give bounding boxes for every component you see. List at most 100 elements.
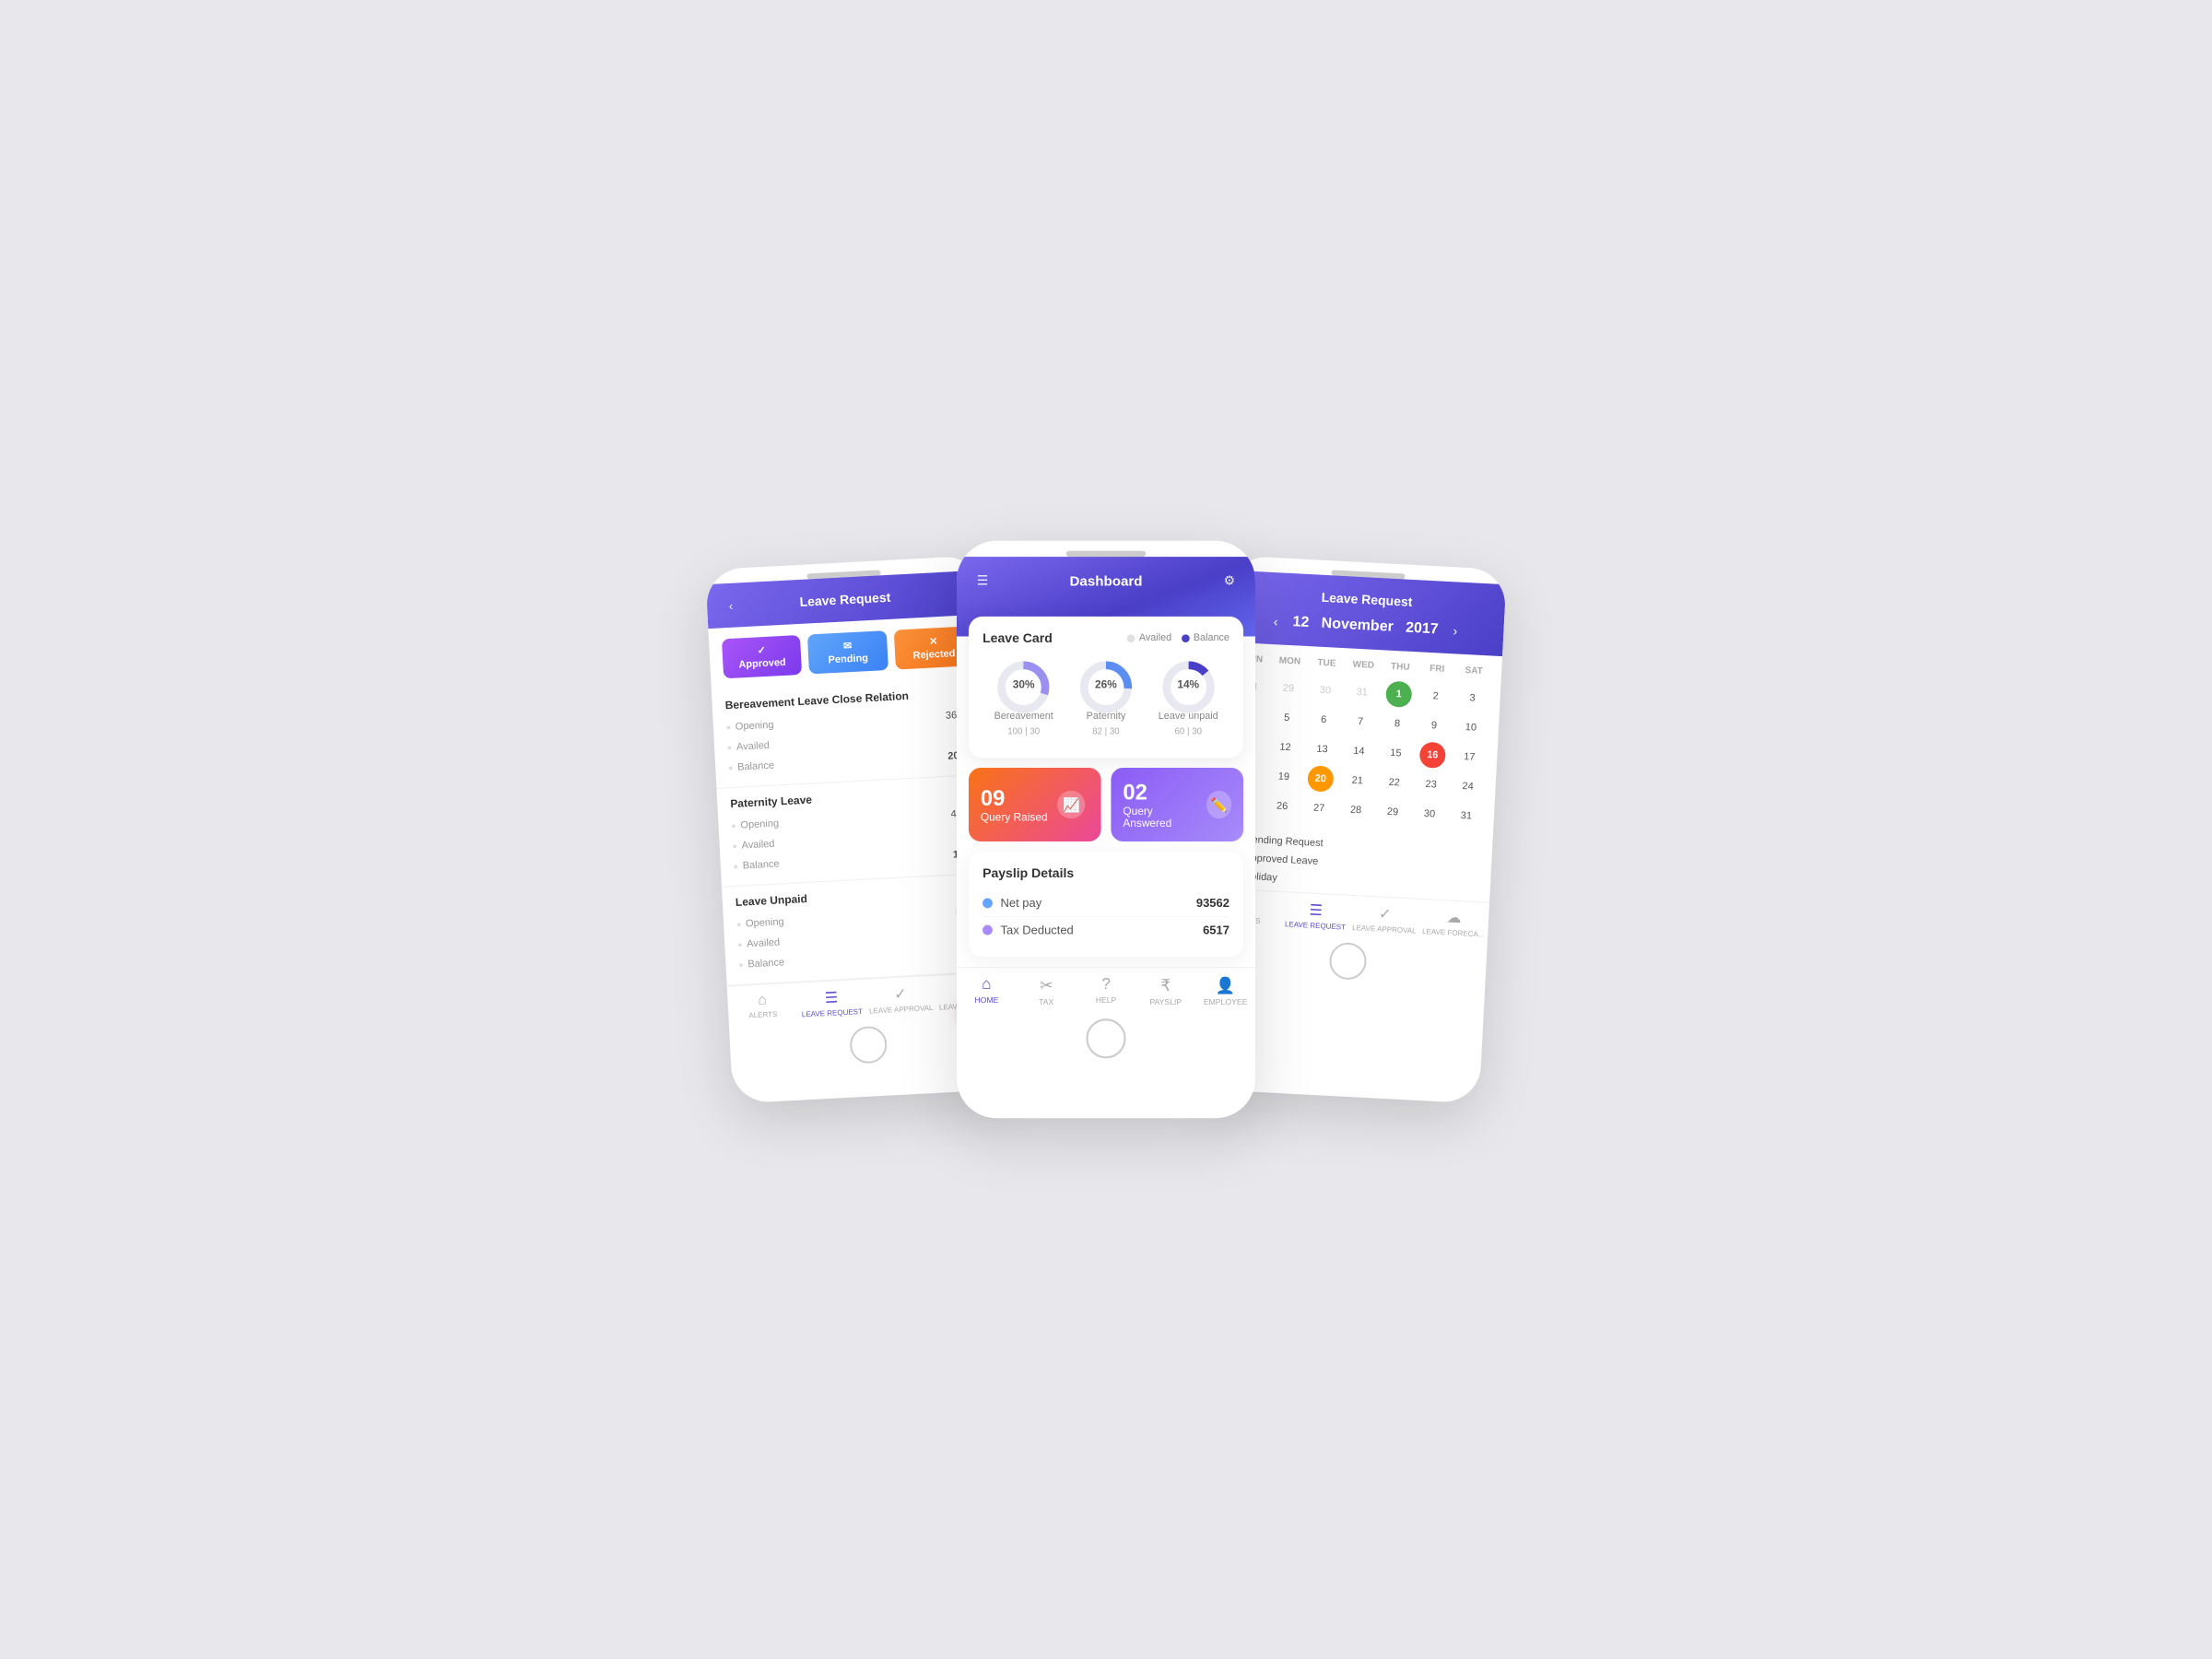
query-raised-card[interactable]: 09 Query Raised 📈 (969, 768, 1101, 841)
cal-day[interactable]: 6 (1310, 706, 1336, 733)
rejected-icon: ✕ (929, 635, 938, 647)
leave-card: Leave Card Availed Balance (969, 617, 1243, 758)
nav-leave-request[interactable]: ☰ LEAVE REQUEST (796, 987, 867, 1019)
list-icon: ☰ (1309, 901, 1323, 921)
legend-availed: Availed (1127, 632, 1171, 643)
cal-day[interactable]: 29 (1275, 675, 1301, 701)
donut-row: 30% Bereavement 100 | 30 26% (982, 657, 1230, 735)
home-icon: ⌂ (982, 976, 991, 994)
nav-alerts[interactable]: ⌂ ALERTS (727, 991, 798, 1023)
cal-day[interactable]: 23 (1418, 771, 1444, 798)
day-hdr-thu: THU (1382, 657, 1419, 677)
pending-label: Pending Request (1245, 834, 1324, 849)
nav-help[interactable]: ? HELP (1077, 976, 1136, 1006)
cal-day[interactable]: 17 (1456, 744, 1483, 771)
cloud-icon: ☁ (1446, 908, 1462, 927)
approved-button[interactable]: ✓ Approved (722, 635, 802, 678)
phone-home-right (1328, 942, 1367, 981)
day-hdr-sat: SAT (1455, 661, 1493, 680)
day-hdr-mon: MON (1271, 652, 1309, 671)
back-icon[interactable]: ‹ (722, 595, 741, 615)
cal-day[interactable]: 30 (1416, 801, 1442, 828)
balance-label: Balance (728, 759, 774, 776)
netpay-val: 93562 (1196, 896, 1230, 910)
query-answered-icon: ✏️ (1206, 791, 1231, 818)
payslip-row-netpay: Net pay 93562 (982, 890, 1230, 917)
prev-month-icon[interactable]: ‹ (1273, 614, 1278, 629)
donut-label-3: Leave unpaid (1159, 711, 1218, 722)
cal-day[interactable]: 5 (1274, 704, 1300, 731)
app-scene: ‹ Leave Request ✓ Approved ✉ Pending ✕ R… (599, 562, 1613, 1097)
check-icon: ✓ (894, 984, 907, 1004)
cal-day[interactable]: 31 (1453, 803, 1479, 830)
nav-leave-approval[interactable]: ✓ LEAVE APPROVAL (865, 983, 936, 1016)
cal-day-16[interactable]: 16 (1419, 742, 1446, 769)
next-month-icon[interactable]: › (1453, 623, 1458, 638)
cal-day[interactable]: 7 (1347, 708, 1373, 735)
nav-leave-approval-right[interactable]: ✓ LEAVE APPROVAL (1349, 903, 1420, 935)
cal-day[interactable]: 19 (1270, 763, 1297, 790)
nav-leave-request-right[interactable]: ☰ LEAVE REQUEST (1280, 900, 1351, 932)
query-row: 09 Query Raised 📈 02 Query Answered ✏️ (957, 768, 1255, 841)
nav-home[interactable]: ⌂ HOME (957, 976, 1017, 1006)
nav-tax[interactable]: ✂ TAX (1017, 976, 1077, 1006)
nav-payslip[interactable]: ₹ PAYSLIP (1135, 976, 1195, 1006)
cal-day[interactable]: 10 (1457, 714, 1484, 741)
cal-day[interactable]: 22 (1381, 769, 1407, 795)
cal-day[interactable]: 12 (1272, 734, 1299, 760)
cal-day[interactable]: 31 (1348, 678, 1375, 705)
phone-home-center (1086, 1018, 1125, 1058)
netpay-label: Net pay (982, 896, 1041, 910)
opening-label: Opening (726, 718, 774, 735)
donut-pct-1: 30% (1013, 679, 1035, 691)
cal-day[interactable]: 24 (1454, 773, 1481, 800)
calendar-month-title: 12 November 2017 (1292, 614, 1439, 638)
cal-day[interactable]: 8 (1383, 711, 1410, 737)
cal-day[interactable]: 29 (1379, 798, 1406, 825)
cal-day[interactable]: 3 (1459, 685, 1486, 712)
leave-paternity: Paternity Leave Opening 465.00 Availed 5… (716, 774, 997, 888)
legend-balance: Balance (1182, 632, 1230, 643)
cal-day[interactable]: 2 (1422, 683, 1449, 710)
nav-employee[interactable]: 👤 EMPLOYEE (1195, 976, 1255, 1006)
query-answered-label: Query Answered (1123, 806, 1196, 830)
donut-label-1: Bereavement (994, 711, 1053, 722)
opening-label: Opening (731, 816, 779, 833)
cal-day[interactable]: 28 (1342, 796, 1369, 823)
calendar-days: 28 29 30 31 1 2 3 4 5 6 7 8 9 10 11 12 1… (1226, 671, 1491, 831)
cal-day[interactable]: 9 (1420, 712, 1447, 739)
availed-label: Availed (732, 837, 775, 853)
approved-check-icon: ✓ (757, 644, 766, 656)
nav-leave-forecast-right[interactable]: ☁ LEAVE FORECA... (1418, 907, 1489, 939)
balance-dot (1182, 634, 1190, 642)
pending-button[interactable]: ✉ Pending (807, 630, 888, 674)
pending-icon: ✉ (843, 640, 853, 652)
menu-icon[interactable]: ☰ (972, 571, 993, 591)
cal-day[interactable]: 26 (1268, 793, 1295, 819)
day-hdr-fri: FRI (1418, 659, 1456, 678)
day-hdr-tue: TUE (1308, 653, 1346, 673)
cal-day[interactable]: 15 (1382, 739, 1409, 766)
cal-day-20[interactable]: 20 (1307, 765, 1334, 792)
cal-day[interactable]: 13 (1309, 735, 1335, 762)
cal-day[interactable]: 21 (1344, 767, 1371, 794)
card-title-row: Leave Card Availed Balance (982, 630, 1230, 645)
tax-val: 6517 (1203, 924, 1230, 937)
cal-day-1[interactable]: 1 (1385, 681, 1412, 708)
settings-icon[interactable]: ⚙ (1219, 571, 1240, 591)
cal-day[interactable]: 30 (1312, 677, 1338, 703)
tax-dot (982, 925, 993, 935)
donut-pct-3: 14% (1177, 679, 1199, 691)
donut-bereavement: 30% Bereavement 100 | 30 (994, 657, 1053, 735)
home-icon: ⌂ (758, 992, 768, 1008)
availed-label: Availed (727, 738, 771, 755)
calendar-grid: SUN MON TUE WED THU FRI SAT 28 29 30 31 … (1217, 641, 1502, 839)
legend: Availed Balance (1127, 632, 1230, 643)
dashboard-title: Dashboard (1070, 572, 1143, 588)
donut-sub-3: 60 | 30 (1174, 726, 1202, 736)
check-icon: ✓ (1379, 905, 1392, 924)
query-answered-card[interactable]: 02 Query Answered ✏️ (1111, 768, 1243, 841)
cal-day[interactable]: 27 (1305, 794, 1332, 821)
right-header-title: Leave Request (1321, 590, 1413, 609)
cal-day[interactable]: 14 (1346, 737, 1372, 764)
